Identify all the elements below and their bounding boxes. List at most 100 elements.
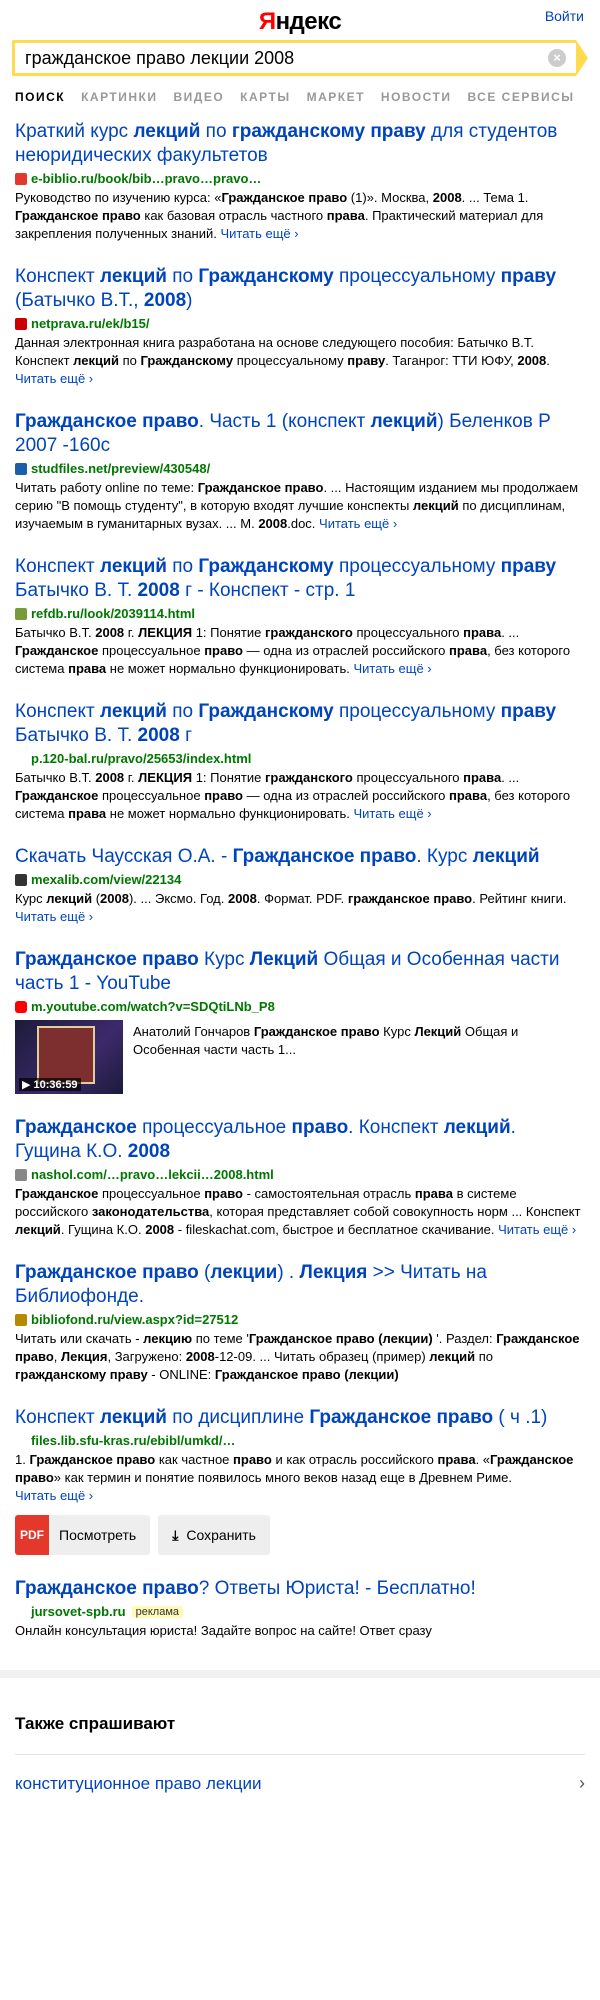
read-more-link[interactable]: Читать ещё ›	[354, 661, 432, 676]
highlight-text: лекций	[133, 121, 201, 142]
highlight-text: Гражданское право	[15, 411, 199, 432]
text-run: -12-09. ... Читать образец (пример)	[214, 1349, 430, 1364]
highlight-text: право	[204, 788, 243, 803]
text-run: (Батычко В.Т.,	[15, 290, 144, 311]
tab-6[interactable]: ВСЕ СЕРВИСЫ	[467, 90, 574, 120]
highlight-text: права	[437, 1452, 476, 1467]
highlight-text: лекций	[443, 1117, 511, 1138]
also-asked-heading: Также спрашивают	[15, 1714, 176, 1733]
result-url[interactable]: e-biblio.ru/book/bib…pravo…pravo…	[31, 171, 261, 186]
login-link[interactable]: Войти	[545, 8, 584, 24]
search-result: Конспект лекций по Гражданскому процессу…	[15, 555, 585, 678]
result-title-link[interactable]: Гражданское процессуальное право. Конспе…	[15, 1116, 585, 1164]
highlight-text: Гражданское право	[15, 1262, 199, 1283]
text-run: г	[179, 725, 193, 746]
highlight-text: право	[233, 1452, 272, 1467]
view-button[interactable]: PDF Посмотреть	[15, 1515, 151, 1555]
text-run: Краткий курс	[15, 121, 134, 142]
text-run: 1.	[15, 1452, 30, 1467]
search-result: Гражданское право? Ответы Юриста! - Бесп…	[15, 1577, 585, 1640]
clear-icon[interactable]: ×	[548, 49, 566, 67]
result-title-link[interactable]: Гражданское право? Ответы Юриста! - Бесп…	[15, 1577, 585, 1601]
yandex-logo[interactable]: Яндекс	[0, 8, 600, 36]
text-run: Курс	[198, 949, 250, 970]
tab-1[interactable]: КАРТИНКИ	[81, 90, 157, 120]
result-url-row: studfiles.net/preview/430548/	[15, 461, 585, 476]
result-url[interactable]: jursovet-spb.ru	[31, 1604, 126, 1619]
highlight-text: 2008	[227, 891, 257, 906]
tab-5[interactable]: НОВОСТИ	[381, 90, 452, 120]
highlight-text: Гражданское право	[253, 1024, 380, 1039]
highlight-text: права	[414, 1186, 453, 1201]
result-title-link[interactable]: Краткий курс лекций по гражданскому прав…	[15, 120, 585, 168]
video-thumbnail[interactable]: ▶ 10:36:59	[15, 1020, 123, 1094]
highlight-text: ЛЕКЦИЯ	[138, 625, 193, 640]
highlight-text: Гражданскому	[140, 353, 234, 368]
result-title-link[interactable]: Гражданское право. Часть 1 (конспект лек…	[15, 410, 585, 458]
favicon-icon	[15, 1313, 27, 1326]
ad-badge: реклама	[131, 1605, 184, 1618]
highlight-text: лекций	[73, 353, 119, 368]
text-run: . ...	[501, 770, 520, 785]
text-run: Конспект	[15, 1407, 100, 1428]
text-run: процессуальное	[136, 1117, 292, 1138]
highlight-text: 2008	[185, 1349, 215, 1364]
highlight-text: лекции	[210, 1262, 278, 1283]
result-url[interactable]: m.youtube.com/watch?v=SDQtiLNb_P8	[31, 999, 275, 1014]
highlight-text: Гражданское право	[15, 1578, 199, 1599]
result-title-link[interactable]: Гражданское право Курс Лекций Общая и Ос…	[15, 948, 585, 996]
save-button[interactable]: ⤓ Сохранить	[158, 1515, 270, 1555]
read-more-link[interactable]: Читать ещё ›	[319, 516, 397, 531]
read-more-link[interactable]: Читать ещё ›	[15, 1488, 93, 1503]
result-title-link[interactable]: Скачать Чаусская О.А. - Гражданское прав…	[15, 845, 585, 869]
result-url[interactable]: p.120-bal.ru/pravo/25653/index.html	[31, 751, 251, 766]
tab-3[interactable]: КАРТЫ	[240, 90, 290, 120]
search-submit-arrow[interactable]	[576, 40, 588, 76]
read-more-link[interactable]: Читать ещё ›	[15, 371, 93, 386]
result-title-link[interactable]: Гражданское право (лекции) . Лекция >> Ч…	[15, 1261, 585, 1309]
result-url[interactable]: studfiles.net/preview/430548/	[31, 461, 210, 476]
result-snippet: Курс лекций (2008). ... Эксмо. Год. 2008…	[15, 890, 585, 926]
highlight-text: гражданскому праву	[15, 1367, 148, 1382]
result-url[interactable]: bibliofond.ru/view.aspx?id=27512	[31, 1312, 238, 1327]
read-more-link[interactable]: Читать ещё ›	[15, 909, 93, 924]
tab-4[interactable]: МАРКЕТ	[307, 90, 365, 120]
highlight-text: 2008	[95, 770, 125, 785]
highlight-text: гражданского	[265, 770, 353, 785]
result-title-link[interactable]: Конспект лекций по Гражданскому процессу…	[15, 555, 585, 603]
highlight-text: права	[463, 770, 502, 785]
highlight-text: ЛЕКЦИЯ	[138, 770, 193, 785]
read-more-link[interactable]: Читать ещё ›	[220, 226, 298, 241]
also-asked-item[interactable]: конституционное право лекции ›	[15, 1754, 585, 1812]
result-url[interactable]: mexalib.com/view/22134	[31, 872, 181, 887]
text-run: процессуальное	[98, 788, 205, 803]
read-more-link[interactable]: Читать ещё ›	[354, 806, 432, 821]
text-run: - ONLINE:	[147, 1367, 215, 1382]
result-url[interactable]: refdb.ru/look/2039114.html	[31, 606, 195, 621]
search-result: Гражданское процессуальное право. Конспе…	[15, 1116, 585, 1239]
highlight-text: 2008	[100, 891, 129, 906]
result-title-link[interactable]: Конспект лекций по дисциплине Гражданско…	[15, 1406, 585, 1430]
search-input[interactable]	[15, 46, 548, 70]
result-snippet: Батычко В.Т. 2008 г. ЛЕКЦИЯ 1: Понятие г…	[15, 624, 585, 678]
result-title-link[interactable]: Конспект лекций по Гражданскому процессу…	[15, 265, 585, 313]
logo-rest: ндекс	[275, 8, 342, 35]
read-more-link[interactable]: Читать ещё ›	[498, 1222, 576, 1237]
text-run: - fileskachat.com, быстрое и бесплатное …	[174, 1222, 495, 1237]
result-url-row: jursovet-spb.ru реклама	[15, 1604, 585, 1619]
tab-2[interactable]: ВИДЕО	[173, 90, 224, 120]
result-url[interactable]: nashol.com/…pravo…lekcii…2008.html	[31, 1167, 274, 1182]
highlight-text: права	[449, 643, 488, 658]
result-url[interactable]: files.lib.sfu-kras.ru/ebibl/umkd/…	[31, 1433, 235, 1448]
save-icon: ⤓	[172, 1526, 179, 1543]
result-title-link[interactable]: Конспект лекций по Гражданскому процессу…	[15, 700, 585, 748]
result-snippet: Анатолий Гончаров Гражданское право Курс…	[133, 1023, 585, 1094]
result-url[interactable]: netprava.ru/ek/b15/	[31, 316, 150, 331]
highlight-text: Гражданскому	[198, 701, 334, 722]
highlight-text: Гражданское право	[309, 1407, 494, 1428]
tab-0[interactable]: ПОИСК	[15, 90, 65, 120]
result-snippet: 1. Гражданское право как частное право и…	[15, 1451, 585, 1505]
highlight-text: Лекций	[414, 1024, 462, 1039]
text-run: Читать работу online по теме:	[15, 480, 198, 495]
favicon-icon	[15, 462, 27, 475]
